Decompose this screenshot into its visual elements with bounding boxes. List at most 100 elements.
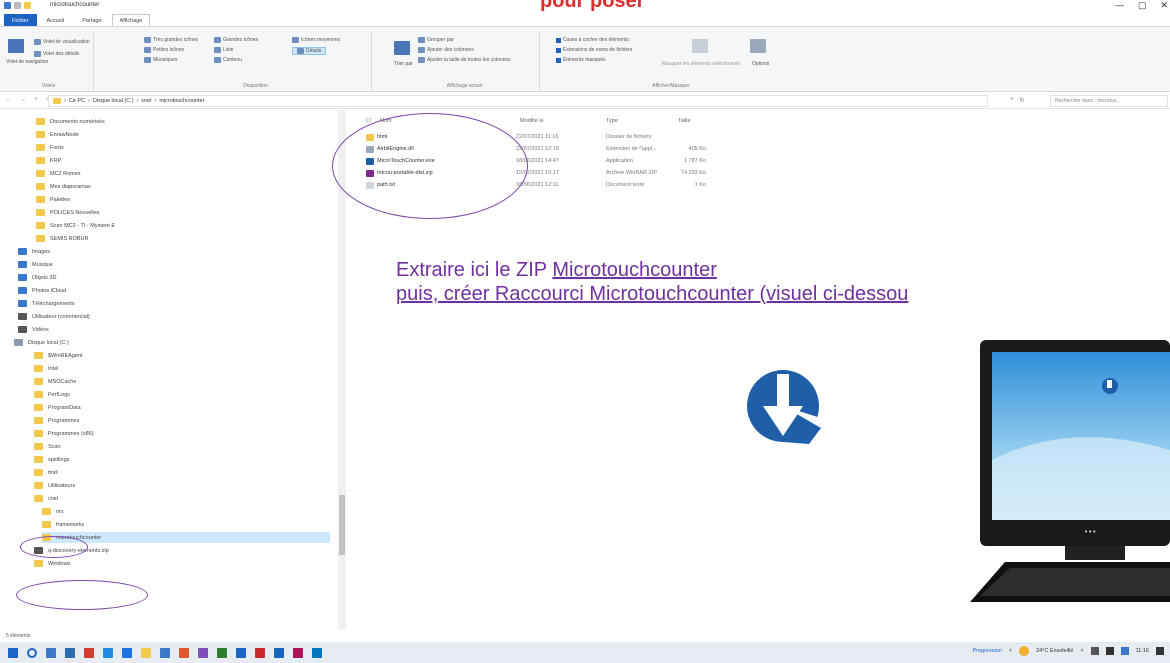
preview-pane-button[interactable]: Volet de visualisation — [34, 39, 90, 45]
layout-tiles[interactable]: Mosaïques — [144, 57, 177, 63]
tab-file[interactable]: Fichier — [4, 14, 37, 26]
sidebar-item[interactable]: Images — [18, 246, 50, 257]
sidebar-item[interactable]: Programmes (x86) — [34, 428, 94, 439]
layout-list[interactable]: Liste — [214, 47, 234, 53]
instruction-link[interactable]: Microtouchcounter — [552, 259, 717, 281]
hide-selected-button[interactable] — [692, 39, 708, 53]
tab-home[interactable]: Accueil — [39, 14, 73, 26]
breadcrumb-item[interactable]: cnel — [141, 98, 151, 104]
sidebar-item[interactable]: Vidéos — [18, 324, 49, 335]
sidebar-item[interactable]: Mes diaporamas — [36, 181, 91, 192]
sidebar-item[interactable]: Scan MC2 - TI - Mystere E — [36, 220, 115, 231]
sidebar-item[interactable]: frameworks — [42, 519, 84, 530]
sidebar-item[interactable]: Objets 3D — [18, 272, 56, 283]
weather-icon[interactable] — [1019, 646, 1030, 656]
tray-overflow-icon[interactable]: ˄ — [1080, 648, 1083, 654]
sidebar-item[interactable]: POLICES Nouvelles — [36, 207, 100, 218]
sidebar-item[interactable]: Téléchargements — [18, 298, 75, 309]
navigation-pane-button[interactable] — [8, 39, 24, 53]
sidebar-item[interactable]: Programmes — [34, 415, 79, 426]
sidebar-item[interactable]: Palettes — [36, 194, 70, 205]
column-header-date[interactable]: Modifié le — [520, 118, 544, 124]
app-icon[interactable] — [160, 647, 170, 658]
sidebar-item[interactable]: Utilisateurs — [34, 480, 75, 491]
breadcrumb[interactable]: › Ce PC › Disque local (C:) › cnel › mic… — [48, 95, 988, 107]
search-input[interactable]: Rechercher dans : microtou... — [1050, 95, 1168, 107]
sidebar-item[interactable]: Intel — [34, 363, 58, 374]
sidebar-item[interactable]: Photos iCloud — [18, 285, 66, 296]
maximize-button[interactable]: ▢ — [1138, 0, 1147, 11]
breadcrumb-item[interactable]: microtouchcounter — [159, 98, 204, 104]
tab-view[interactable]: Affichage — [111, 14, 151, 26]
scrollbar-thumb[interactable] — [339, 495, 345, 555]
sidebar-item[interactable]: Fonts — [36, 142, 64, 153]
app-icon[interactable] — [255, 647, 265, 658]
clock[interactable]: 11:16 — [1136, 648, 1149, 654]
edge-icon[interactable] — [103, 647, 113, 658]
app-icon[interactable] — [312, 647, 322, 658]
group-by-button[interactable]: Grouper par — [418, 37, 454, 43]
sidebar-item[interactable]: tmill — [34, 467, 58, 478]
layout-small[interactable]: Petites icônes — [144, 47, 184, 53]
new-folder-icon[interactable] — [24, 2, 31, 9]
sidebar-item[interactable]: Musique — [18, 259, 53, 270]
sidebar-item[interactable]: SEMIS ROBUR — [36, 233, 89, 244]
sidebar-item[interactable]: rirs — [42, 506, 64, 517]
file-extensions-toggle[interactable]: Extensions de noms de fichiers — [556, 47, 632, 53]
close-button[interactable]: ✕ — [1160, 0, 1168, 11]
sidebar-item[interactable]: KRP — [36, 155, 61, 166]
minimize-button[interactable]: — — [1115, 0, 1124, 11]
refresh-icon[interactable]: ↻ — [1020, 97, 1025, 104]
sidebar-item[interactable]: MSOCache — [34, 376, 76, 387]
chevron-down-icon[interactable]: ˅ — [34, 97, 38, 103]
breadcrumb-item[interactable]: Disque local (C:) — [93, 98, 134, 104]
app-icon[interactable] — [236, 647, 246, 658]
column-header-size[interactable]: Taille — [678, 118, 691, 124]
properties-icon[interactable] — [14, 2, 21, 9]
task-view-icon[interactable] — [46, 647, 56, 658]
size-columns-button[interactable]: Ajuster la taille de toutes les colonnes — [418, 57, 511, 63]
app-icon[interactable] — [84, 647, 94, 658]
layout-details[interactable]: Détails — [292, 47, 327, 55]
sidebar-item[interactable]: microtouchcounter — [42, 532, 330, 543]
network-icon[interactable] — [1105, 647, 1114, 655]
sidebar-item[interactable]: Scan — [34, 441, 61, 452]
weather-text[interactable]: 24°C Ensoleillé — [1036, 648, 1073, 654]
app-icon[interactable] — [198, 647, 208, 658]
details-pane-button[interactable]: Volet des détails — [34, 51, 79, 57]
add-columns-button[interactable]: Ajouter des colonnes — [418, 47, 474, 53]
layout-content[interactable]: Contenu — [214, 57, 242, 63]
sidebar-item[interactable]: Utilisateur (commercial) — [18, 311, 90, 322]
sidebar-item[interactable]: ProgramData — [34, 402, 81, 413]
tray-app-icon[interactable] — [1090, 647, 1099, 655]
progress-label[interactable]: Progression — [972, 648, 1001, 654]
item-checkboxes-toggle[interactable]: Cases à cocher des éléments — [556, 37, 629, 43]
back-arrow-icon[interactable]: ← — [6, 97, 12, 103]
chevron-up-icon[interactable]: ˄ — [1009, 648, 1012, 654]
sidebar-item[interactable]: Documents numérisés — [36, 116, 105, 127]
sidebar-item[interactable]: MC2 Romes — [36, 168, 81, 179]
column-header-type[interactable]: Type — [606, 118, 618, 124]
sidebar-item[interactable]: spellings — [34, 454, 69, 465]
notifications-icon[interactable] — [1156, 647, 1164, 655]
tab-share[interactable]: Partage — [74, 14, 109, 26]
sidebar-item[interactable]: $WinREAgent — [34, 350, 83, 361]
sort-by-button[interactable] — [394, 41, 410, 55]
forward-arrow-icon[interactable]: → — [20, 97, 26, 103]
app-icon[interactable] — [217, 647, 227, 658]
search-icon[interactable] — [27, 647, 37, 658]
sidebar-item[interactable]: cnel — [34, 493, 58, 504]
sidebar-item[interactable]: Windows — [34, 558, 70, 569]
sidebar-item[interactable]: EnrawNode — [36, 129, 79, 140]
save-icon[interactable] — [4, 2, 11, 9]
mail-icon[interactable] — [65, 647, 75, 658]
volume-icon[interactable] — [1120, 647, 1129, 655]
layout-medium[interactable]: Icônes moyennes — [292, 37, 340, 43]
sidebar-item[interactable]: Disque local (C:) — [14, 337, 69, 348]
options-button[interactable] — [750, 39, 766, 53]
app-icon[interactable] — [122, 647, 132, 658]
history-dropdown-icon[interactable]: ˅ — [1010, 97, 1014, 104]
start-icon[interactable] — [8, 647, 18, 658]
app-icon[interactable] — [274, 647, 284, 658]
layout-extra-large[interactable]: Très grandes icônes — [144, 37, 198, 43]
